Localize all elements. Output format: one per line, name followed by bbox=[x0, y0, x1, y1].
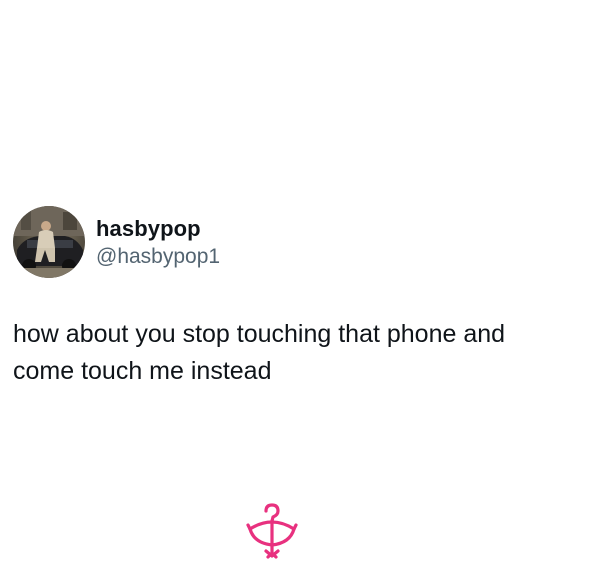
bow-arrow-logo-icon bbox=[244, 503, 300, 561]
user-handle[interactable]: @hasbypop1 bbox=[96, 243, 220, 270]
avatar-photo-icon bbox=[13, 206, 85, 278]
display-name[interactable]: hasbypop bbox=[96, 215, 220, 242]
tweet-header: hasbypop @hasbypop1 bbox=[13, 206, 587, 278]
tweet-author: hasbypop @hasbypop1 bbox=[96, 215, 220, 270]
avatar[interactable] bbox=[13, 206, 85, 278]
tweet-text: how about you stop touching that phone a… bbox=[13, 320, 506, 385]
tweet-card: hasbypop @hasbypop1 how about you stop t… bbox=[13, 206, 587, 390]
